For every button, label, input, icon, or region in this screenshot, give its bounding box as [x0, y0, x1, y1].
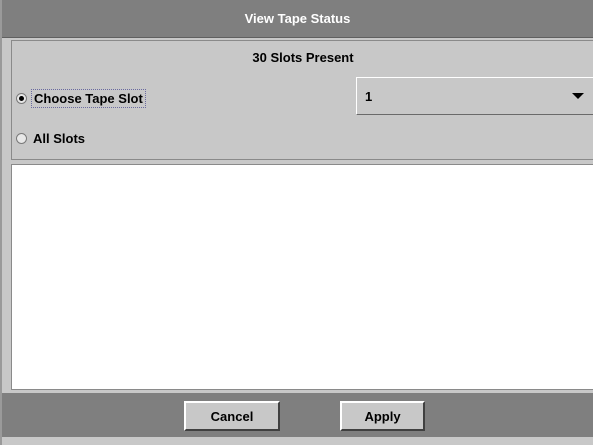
tape-slot-dropdown-value: 1 [365, 88, 373, 104]
dialog-title: View Tape Status [244, 11, 351, 26]
tape-slot-dropdown[interactable]: 1 [356, 77, 593, 115]
choose-tape-slot-label[interactable]: Choose Tape Slot [31, 89, 146, 108]
cancel-button[interactable]: Cancel [184, 401, 280, 431]
choose-tape-slot-radio[interactable]: Choose Tape Slot [16, 89, 146, 108]
chevron-down-icon[interactable] [572, 93, 584, 99]
apply-button[interactable]: Apply [340, 401, 425, 431]
view-tape-status-dialog: View Tape Status 30 Slots Present Choose… [0, 0, 593, 445]
tape-status-output-area [11, 164, 593, 390]
slot-options-panel: 30 Slots Present Choose Tape Slot All Sl… [11, 40, 593, 160]
radio-dot [19, 96, 24, 101]
radio-selected-icon[interactable] [16, 93, 27, 104]
slots-present-label: 30 Slots Present [252, 50, 354, 65]
radio-unselected-icon[interactable] [16, 133, 27, 144]
all-slots-radio[interactable]: All Slots [16, 130, 87, 147]
dialog-title-bar: View Tape Status [2, 0, 593, 38]
dialog-bottom-edge [2, 437, 593, 445]
dialog-button-bar: Cancel Apply [2, 393, 593, 437]
all-slots-label[interactable]: All Slots [31, 130, 87, 147]
